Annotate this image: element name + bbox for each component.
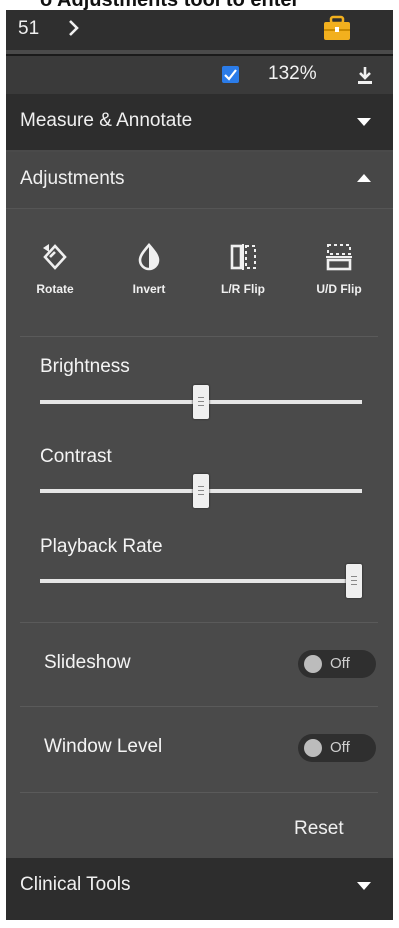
brightness-slider[interactable] xyxy=(40,385,362,419)
contrast-label: Contrast xyxy=(40,446,112,467)
brightness-slider-handle[interactable] xyxy=(193,385,209,419)
invert-button[interactable]: Invert xyxy=(112,242,186,296)
section-measure-annotate[interactable]: Measure & Annotate xyxy=(6,94,393,150)
rotate-icon xyxy=(43,244,67,270)
brightness-label: Brightness xyxy=(40,356,130,377)
divider xyxy=(20,706,378,707)
checkmark-icon xyxy=(224,69,237,81)
divider xyxy=(20,622,378,623)
playback-rate-label: Playback Rate xyxy=(40,536,163,557)
section-label: Clinical Tools xyxy=(20,874,131,895)
chevron-down-icon xyxy=(357,882,371,890)
ud-flip-button[interactable]: U/D Flip xyxy=(302,242,376,296)
chevron-down-icon xyxy=(357,118,371,126)
briefcase-icon[interactable] xyxy=(322,14,352,42)
fit-checkbox[interactable] xyxy=(222,66,239,83)
zoom-bar: 132% xyxy=(6,54,393,94)
divider xyxy=(20,792,378,793)
reset-button[interactable]: Reset xyxy=(294,818,344,840)
divider xyxy=(20,336,378,337)
section-adjustments[interactable]: Adjustments xyxy=(6,152,393,209)
window-level-label: Window Level xyxy=(44,736,163,757)
slideshow-toggle[interactable]: Off xyxy=(298,650,376,678)
section-label: Adjustments xyxy=(20,168,125,189)
tool-label: U/D Flip xyxy=(316,282,362,296)
window-level-toggle[interactable]: Off xyxy=(298,734,376,762)
playback-rate-slider[interactable] xyxy=(40,564,362,598)
section-clinical-tools[interactable]: Clinical Tools xyxy=(6,858,393,920)
ud-flip-icon xyxy=(326,244,352,271)
series-number: 51 xyxy=(18,18,40,39)
toggle-knob xyxy=(304,655,322,673)
tool-label: Invert xyxy=(132,282,166,296)
tool-label: Rotate xyxy=(36,282,74,296)
lr-flip-icon xyxy=(230,244,256,270)
zoom-level: 132% xyxy=(268,63,317,84)
toggle-knob xyxy=(304,739,322,757)
lr-flip-button[interactable]: L/R Flip xyxy=(206,242,280,296)
section-label: Measure & Annotate xyxy=(20,110,193,131)
playback-rate-slider-handle[interactable] xyxy=(346,564,362,598)
viewer-panel: 51 132% Measure & Annotate Adjustments R… xyxy=(6,10,393,920)
contrast-slider[interactable] xyxy=(40,474,362,508)
chevron-right-icon[interactable] xyxy=(66,19,82,37)
toggle-state: Off xyxy=(330,655,350,672)
chevron-up-icon xyxy=(357,174,371,182)
tool-label: L/R Flip xyxy=(221,282,265,296)
slideshow-label: Slideshow xyxy=(44,652,131,673)
top-bar: 51 xyxy=(6,10,393,50)
download-icon[interactable] xyxy=(355,64,375,86)
contrast-slider-handle[interactable] xyxy=(193,474,209,508)
rotate-button[interactable]: Rotate xyxy=(18,242,92,296)
invert-icon xyxy=(138,243,160,271)
toggle-state: Off xyxy=(330,739,350,756)
adjustment-tools: Rotate Invert L/R Flip U/D Flip xyxy=(6,242,393,322)
